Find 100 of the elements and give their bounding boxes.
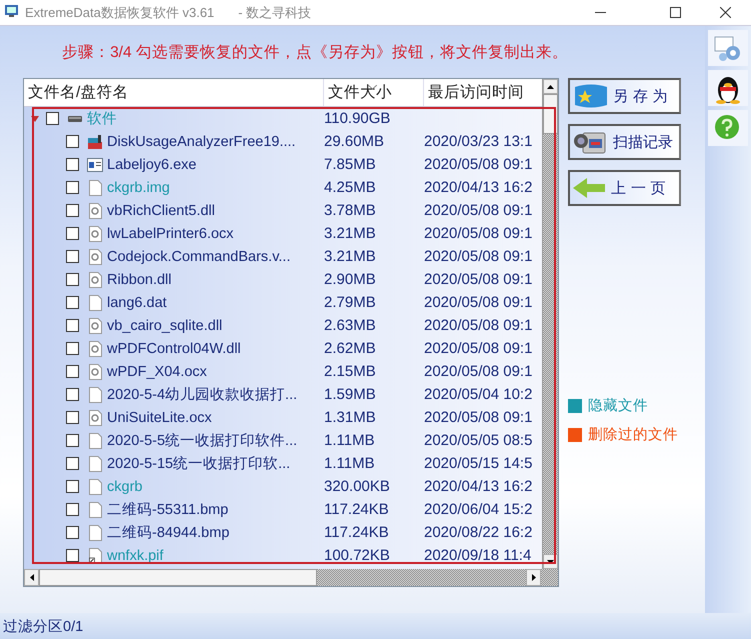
checkbox[interactable] [66, 388, 79, 401]
file-name[interactable]: UniSuiteLite.ocx [107, 410, 295, 426]
file-size: 4.25MB [324, 179, 376, 196]
status-bar: 过滤分区0/1 [0, 613, 751, 639]
file-name[interactable]: wPDF_X04.ocx [107, 364, 295, 380]
file-size: 3.21MB [324, 225, 376, 242]
file-gear-icon [88, 226, 102, 242]
access-time: 2020/05/08 09:1 [424, 363, 532, 380]
scroll-down-icon[interactable] [547, 560, 554, 564]
file-gear-icon [88, 202, 102, 218]
file-gear-icon [88, 318, 102, 334]
checkbox[interactable] [66, 135, 79, 148]
drive-icon [68, 114, 82, 122]
file-gear-icon [88, 410, 102, 426]
file-name[interactable]: Ribbon.dll [107, 272, 295, 288]
app-icon [87, 134, 103, 150]
column-header[interactable]: 文件大小 [324, 79, 424, 106]
checkbox[interactable] [66, 503, 79, 516]
action-button[interactable]: 另 存 为 [568, 78, 681, 114]
checkbox[interactable] [66, 227, 79, 240]
scroll-right-icon[interactable] [532, 574, 536, 581]
access-time: 2020/05/08 09:1 [424, 409, 532, 426]
star-card-icon [573, 83, 609, 109]
access-time: 2020/05/04 10:2 [424, 386, 532, 403]
window-icon [87, 158, 103, 172]
access-time: 2020/05/08 09:1 [424, 317, 532, 334]
file-size: 2.63MB [324, 317, 376, 334]
checkbox[interactable] [66, 549, 79, 562]
checkbox[interactable] [66, 273, 79, 286]
checkbox[interactable] [66, 411, 79, 424]
action-button[interactable]: 上 一 页 [568, 170, 681, 206]
file-size: 1.11MB [324, 432, 375, 449]
scroll-up-icon[interactable] [547, 84, 554, 88]
checkbox[interactable] [46, 112, 59, 125]
file-name[interactable]: 2020-5-15统一收据打印软... [107, 454, 295, 473]
file-size: 7.85MB [324, 156, 376, 173]
file-gear-icon [88, 248, 102, 264]
file-name[interactable]: 二维码-84944.bmp [107, 523, 295, 542]
file-size: 110.90GB [324, 110, 390, 127]
file-icon [88, 386, 102, 402]
collapse-caret-icon[interactable] [31, 116, 39, 122]
checkbox[interactable] [66, 342, 79, 355]
access-time: 2020/05/08 09:1 [424, 202, 532, 219]
checkbox[interactable] [66, 480, 79, 493]
checkbox[interactable] [66, 250, 79, 263]
file-icon [88, 180, 102, 196]
file-name[interactable]: Labeljoy6.exe [107, 156, 295, 172]
horizontal-scrollbar[interactable] [24, 569, 558, 586]
file-name[interactable]: 2020-5-4幼儿园收款收据打... [107, 385, 295, 404]
access-time: 2020/09/18 11:4 [424, 547, 532, 564]
file-icon [88, 456, 102, 472]
access-time: 2020/05/08 09:1 [424, 225, 532, 242]
file-size: 1.59MB [324, 386, 376, 403]
column-header[interactable]: 文件名/盘符名 [24, 79, 324, 106]
access-time: 2020/08/22 16:2 [424, 524, 532, 541]
access-time: 2020/04/13 16:2 [424, 478, 532, 495]
file-size: 320.00KB [324, 478, 390, 495]
legend-label: 隐藏文件 [588, 397, 648, 415]
step-instruction: 步骤：3/4 勾选需要恢复的文件，点《另存为》按钮，将文件复制出来。 [61, 42, 569, 62]
file-name[interactable]: Codejock.CommandBars.v... [107, 248, 295, 264]
checkbox[interactable] [66, 158, 79, 171]
file-name[interactable]: vbRichClient5.dll [107, 202, 295, 218]
file-name[interactable]: 2020-5-5统一收据打印软件... [107, 431, 295, 450]
checkbox[interactable] [66, 296, 79, 309]
checkbox[interactable] [66, 434, 79, 447]
window-title: ExtremeData数据恢复软件 v3.61 [25, 4, 214, 22]
app-icon [5, 4, 19, 18]
checkbox[interactable] [66, 457, 79, 470]
access-time: 2020/05/08 09:1 [424, 248, 532, 265]
window-subtitle: - 数之寻科技 [238, 4, 312, 22]
file-icon [88, 478, 102, 494]
checkbox[interactable] [66, 181, 79, 194]
file-gear-icon [88, 340, 102, 356]
file-size: 2.15MB [324, 363, 376, 380]
checkbox[interactable] [66, 204, 79, 217]
access-time: 2020/04/13 16:2 [424, 179, 532, 196]
file-gear-icon [88, 272, 102, 288]
file-name[interactable]: vb_cairo_sqlite.dll [107, 318, 295, 334]
access-time: 2020/05/08 09:1 [424, 271, 532, 288]
action-button[interactable]: 扫描记录 [568, 124, 681, 160]
checkbox[interactable] [66, 319, 79, 332]
file-size: 3.78MB [324, 202, 376, 219]
file-name[interactable]: wPDFControl04W.dll [107, 340, 295, 356]
file-icon [88, 432, 102, 448]
checkbox[interactable] [66, 365, 79, 378]
maximize-icon[interactable] [670, 7, 681, 18]
file-name[interactable]: lwLabelPrinter6.ocx [107, 226, 295, 242]
sort-caret-icon [368, 85, 377, 90]
file-size: 2.90MB [324, 271, 376, 288]
access-time: 2020/05/08 09:1 [424, 156, 532, 173]
scroll-left-icon[interactable] [30, 574, 34, 581]
scroll-thumb[interactable] [39, 569, 317, 586]
legend-label: 删除过的文件 [588, 426, 678, 444]
file-name[interactable]: lang6.dat [107, 294, 295, 310]
checkbox[interactable] [66, 526, 79, 539]
file-name[interactable]: DiskUsageAnalyzerFree19.... [107, 134, 295, 150]
close-icon[interactable] [720, 7, 731, 18]
file-name[interactable]: 二维码-55311.bmp [107, 500, 295, 519]
file-gear-icon [88, 364, 102, 380]
file-size: 2.79MB [324, 294, 376, 311]
